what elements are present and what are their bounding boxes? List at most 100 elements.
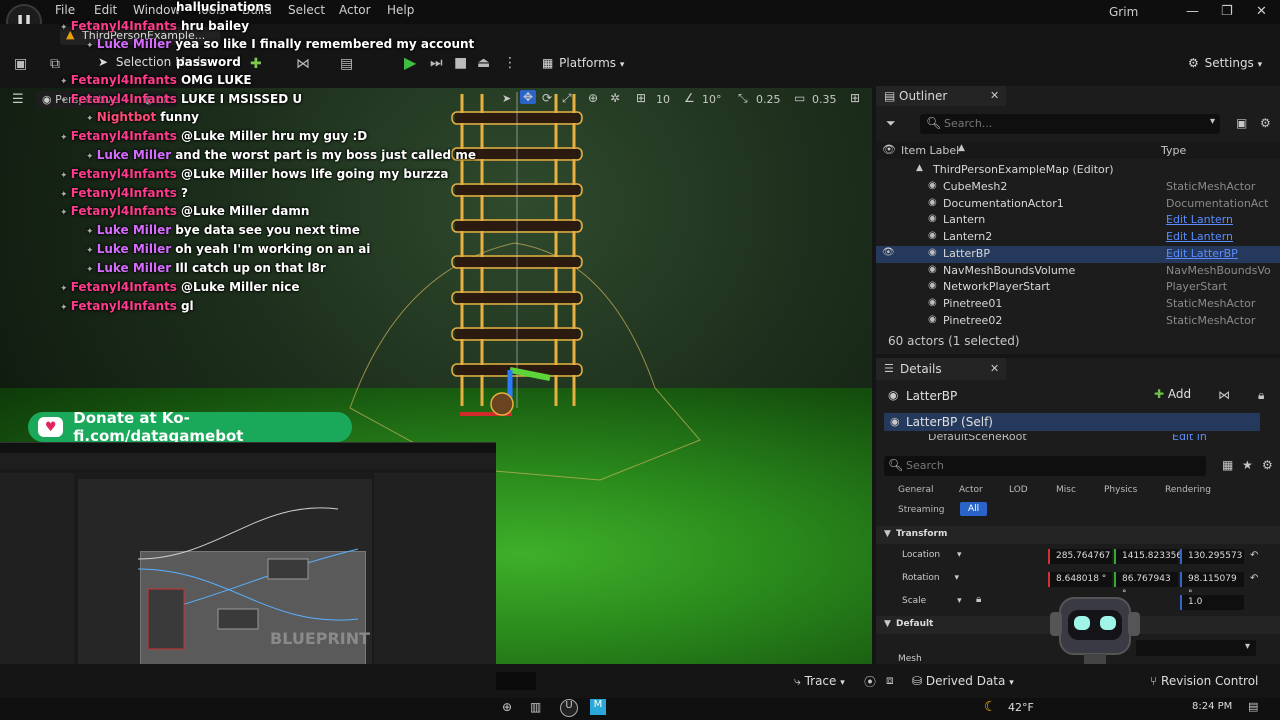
transform-section-header[interactable]: ▼ Transform bbox=[876, 526, 1280, 544]
eject-icon[interactable]: ⏏ bbox=[477, 55, 490, 71]
derived-data-button[interactable]: ⛁ Derived Data ▾ bbox=[912, 674, 1014, 688]
grid-snap-value[interactable]: 10 bbox=[656, 93, 670, 106]
category-lod[interactable]: LOD bbox=[1009, 485, 1028, 495]
settings-icon[interactable]: ⚙ bbox=[1262, 458, 1273, 472]
grid-snap-icon[interactable]: ⊞ bbox=[636, 91, 646, 105]
close-tab-icon[interactable]: ✕ bbox=[990, 89, 999, 102]
category-actor[interactable]: Actor bbox=[959, 485, 983, 495]
reset-icon[interactable]: ↶ bbox=[1250, 550, 1258, 561]
scale-snap-icon[interactable]: ⤡ bbox=[738, 91, 748, 106]
select-tool-icon[interactable]: ➤ bbox=[502, 92, 511, 105]
close-tab-icon[interactable]: ✕ bbox=[990, 362, 999, 375]
location-dropdown[interactable]: Location ▾ bbox=[902, 550, 961, 560]
category-misc[interactable]: Misc bbox=[1056, 485, 1076, 495]
visibility-icon[interactable]: 👁︎ bbox=[882, 143, 896, 156]
edit-blueprint-link[interactable]: Edit Lantern bbox=[1166, 230, 1233, 243]
chat-message: ✦ Fetanyl4Infants gl bbox=[60, 299, 194, 313]
component-self-row[interactable]: ◉ LatterBP (Self) bbox=[884, 413, 1260, 431]
platforms-button[interactable]: ▦ Platforms ▾ bbox=[542, 56, 624, 70]
add-folder-icon[interactable]: ▣ bbox=[1236, 116, 1247, 130]
actor-name[interactable]: LatterBP bbox=[906, 389, 957, 403]
derived-data-icon: ⛁ bbox=[912, 674, 923, 688]
outliner-search-input[interactable]: 🔍︎ Search... ▾ bbox=[920, 114, 1220, 134]
more-options-icon[interactable]: ⋮ bbox=[503, 55, 517, 71]
editor-taskbar-icon[interactable]: M bbox=[590, 699, 606, 715]
reset-icon[interactable]: ↶ bbox=[1250, 573, 1258, 584]
category-streaming[interactable]: Streaming bbox=[898, 505, 944, 515]
revision-control-button[interactable]: ⑂ Revision Control bbox=[1150, 674, 1258, 688]
rotation-snap-value[interactable]: 10° bbox=[702, 93, 722, 106]
camera-speed-icon[interactable]: ▭ bbox=[794, 91, 805, 105]
blueprint-options-icon[interactable]: ⋈ bbox=[1218, 388, 1230, 402]
outliner-row-label: Pinetree02 bbox=[943, 313, 1003, 327]
location-z-field[interactable]: 130.295573 bbox=[1180, 549, 1244, 564]
details-search-input[interactable]: 🔍︎ Search bbox=[884, 456, 1206, 476]
outliner-root-row[interactable]: ▲ ThirdPersonExampleMap (Editor) bbox=[876, 162, 1280, 179]
visibility-icon[interactable]: 👁︎ bbox=[882, 247, 895, 258]
outliner-row[interactable]: ◉ Pinetree01 StaticMeshActor bbox=[876, 296, 1280, 313]
chat-username: Fetanyl4Infants bbox=[70, 167, 177, 181]
maximize-icon[interactable]: ❐ bbox=[1221, 4, 1233, 19]
settings-button[interactable]: ⚙ Settings ▾ bbox=[1188, 56, 1262, 70]
outliner-row-label: Lantern2 bbox=[943, 230, 993, 244]
outliner-row[interactable]: ◉ DocumentationActor1 DocumentationAct bbox=[876, 196, 1280, 213]
world-local-icon[interactable]: ⊕ bbox=[588, 91, 598, 105]
scale-snap-value[interactable]: 0.25 bbox=[756, 93, 781, 106]
rotation-x-field[interactable]: 8.648018 ° bbox=[1048, 572, 1112, 587]
category-all[interactable]: All bbox=[960, 502, 988, 516]
chevron-down-icon[interactable]: ▾ bbox=[1210, 116, 1215, 127]
category-rendering[interactable]: Rendering bbox=[1165, 485, 1211, 495]
camera-speed-value[interactable]: 0.35 bbox=[812, 93, 837, 106]
chat-text: Ill catch up on that l8r bbox=[175, 261, 326, 275]
outliner-row[interactable]: 👁︎ ◉ LatterBP Edit LatterBP bbox=[876, 245, 1280, 263]
close-icon[interactable]: ✕ bbox=[1256, 4, 1267, 19]
unreal-taskbar-icon[interactable]: U bbox=[560, 699, 578, 717]
column-item-label[interactable]: Item Label bbox=[901, 144, 959, 157]
category-general[interactable]: General bbox=[898, 485, 933, 495]
column-type[interactable]: Type bbox=[1161, 144, 1186, 157]
taskbar-clock[interactable]: 8:24 PM bbox=[1192, 701, 1232, 712]
rotation-z-field[interactable]: 98.115079 ° bbox=[1180, 572, 1244, 599]
add-component-button[interactable]: ✚ Add bbox=[1154, 387, 1191, 401]
component-scene-root-row[interactable]: DefaultSceneRoot Edit in Blueprint bbox=[884, 434, 1260, 444]
outliner-row[interactable]: ◉ Lantern Edit Lantern bbox=[876, 212, 1280, 229]
rotation-dropdown[interactable]: Rotation ▾ bbox=[902, 573, 959, 583]
location-y-field[interactable]: 1415.823356 bbox=[1114, 549, 1182, 564]
minimize-icon[interactable]: — bbox=[1186, 4, 1199, 19]
screenshot-icon[interactable]: ⧈ bbox=[886, 673, 894, 688]
location-x-field[interactable]: 285.764767 bbox=[1048, 549, 1112, 564]
edit-blueprint-link[interactable]: Edit Lantern bbox=[1166, 213, 1233, 226]
category-physics[interactable]: Physics bbox=[1104, 485, 1137, 495]
lock-icon[interactable]: 🔒︎ bbox=[976, 594, 981, 605]
outliner-row[interactable]: ◉ Lantern2 Edit Lantern bbox=[876, 229, 1280, 246]
outliner-row[interactable]: ◉ CubeMesh2 StaticMeshActor bbox=[876, 179, 1280, 196]
rotation-snap-icon[interactable]: ∠ bbox=[684, 91, 695, 105]
outliner-tab[interactable]: ▤ Outliner ✕ bbox=[876, 86, 1006, 106]
outliner-row[interactable]: ◉ NetworkPlayerStart PlayerStart bbox=[876, 279, 1280, 296]
settings-icon[interactable]: ⚙ bbox=[1260, 116, 1271, 130]
star-icon[interactable]: ★ bbox=[1242, 458, 1253, 472]
scale-tool-icon[interactable]: ⤢ bbox=[562, 91, 572, 106]
details-tab[interactable]: ☰ Details ✕ bbox=[876, 358, 1006, 380]
notification-icon[interactable]: ▤ bbox=[1248, 700, 1258, 713]
table-view-icon[interactable]: ▦ bbox=[1222, 458, 1233, 472]
filter-icon[interactable]: ⏷ bbox=[886, 116, 896, 131]
trace-button[interactable]: ⤷ Trace ▾ bbox=[794, 674, 845, 689]
rotate-tool-icon[interactable]: ⟳ bbox=[542, 91, 552, 105]
system-icon[interactable]: ⊕ bbox=[502, 700, 512, 714]
scale-z-field[interactable]: 1.0 bbox=[1180, 595, 1244, 610]
scale-dropdown[interactable]: Scale ▾ bbox=[902, 596, 962, 606]
edit-blueprint-link[interactable]: Edit LatterBP bbox=[1166, 247, 1238, 260]
outliner-row[interactable]: ◉ Pinetree02 StaticMeshActor bbox=[876, 313, 1280, 330]
layout-icon[interactable]: ⊞ bbox=[850, 91, 860, 105]
rotation-y-field[interactable]: 86.767943 ° bbox=[1114, 572, 1178, 599]
translate-tool-icon[interactable]: ✥ bbox=[520, 90, 537, 104]
surface-snap-icon[interactable]: ✲ bbox=[610, 91, 620, 105]
outliner-row[interactable]: ◉ NavMeshBoundsVolume NavMeshBoundsVo bbox=[876, 263, 1280, 280]
record-icon[interactable]: ⦿ bbox=[864, 673, 876, 690]
lock-icon[interactable]: 🔒︎ bbox=[1258, 388, 1264, 403]
console-input[interactable] bbox=[496, 672, 536, 690]
mesh-dropdown[interactable]: ▾ bbox=[1136, 640, 1256, 656]
app-icon[interactable]: ▥ bbox=[530, 700, 541, 714]
chat-text: hru bailey bbox=[180, 19, 250, 33]
